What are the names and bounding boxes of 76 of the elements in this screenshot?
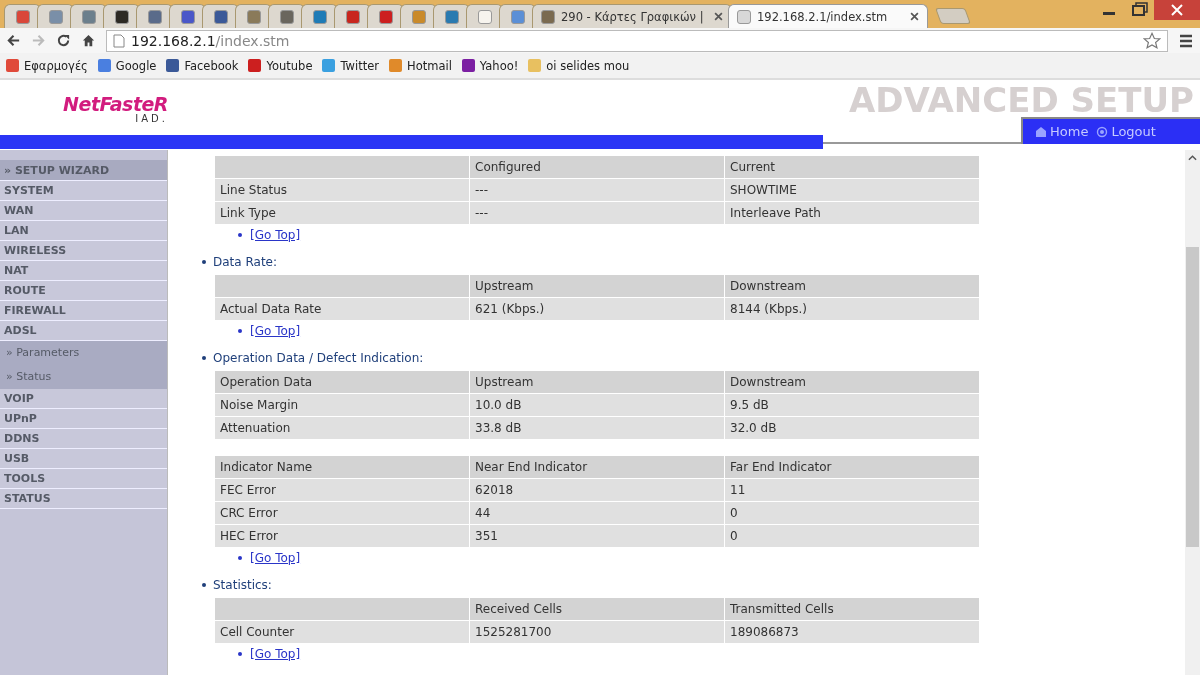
header-link[interactable]: Home bbox=[1035, 124, 1089, 139]
table-cell: Near End Indicator bbox=[469, 455, 725, 479]
table-cell: Transmitted Cells bbox=[724, 597, 980, 621]
reload-icon[interactable] bbox=[56, 33, 71, 48]
address-field[interactable]: 192.168.2.1/index.stm bbox=[106, 29, 1168, 52]
table-cell: 44 bbox=[469, 501, 725, 525]
go-top-link[interactable]: [Go Top] bbox=[250, 550, 301, 565]
table-cell: Link Type bbox=[214, 201, 470, 225]
bookmark[interactable]: Google bbox=[97, 58, 157, 73]
go-top-link[interactable]: [Go Top] bbox=[250, 323, 301, 338]
section-title: Data Rate: bbox=[213, 255, 278, 269]
table-cell: 62018 bbox=[469, 478, 725, 502]
table-cell: FEC Error bbox=[214, 478, 470, 502]
bookmark[interactable]: oi selides mou bbox=[528, 58, 630, 73]
section-title: Statistics: bbox=[213, 578, 272, 592]
table-cell: --- bbox=[469, 178, 725, 202]
bookmark[interactable]: Youtube bbox=[248, 58, 313, 73]
sidebar-item[interactable]: » SETUP WIZARD bbox=[0, 160, 167, 181]
logo: NetFasteR IAD. bbox=[62, 94, 168, 124]
go-top-link[interactable]: [Go Top] bbox=[250, 646, 301, 661]
table-cell: SHOWTIME bbox=[724, 178, 980, 202]
table-cell: Noise Margin bbox=[214, 393, 470, 417]
close-icon[interactable] bbox=[714, 12, 723, 21]
scrollbar[interactable] bbox=[1185, 150, 1200, 675]
sidebar-item[interactable]: » Parameters bbox=[0, 341, 167, 365]
table-cell: Received Cells bbox=[469, 597, 725, 621]
bookmark[interactable]: Twitter bbox=[322, 58, 379, 73]
table-cell: 621 (Kbps.) bbox=[469, 297, 725, 321]
table-cell: 351 bbox=[469, 524, 725, 548]
bookmark[interactable]: Facebook bbox=[166, 58, 239, 73]
table-cell: Operation Data bbox=[214, 370, 470, 394]
table-cell: Actual Data Rate bbox=[214, 297, 470, 321]
table-cell: 189086873 bbox=[724, 620, 980, 644]
table-cell: CRC Error bbox=[214, 501, 470, 525]
table-cell: 0 bbox=[724, 501, 980, 525]
table-cell: Downstream bbox=[724, 370, 980, 394]
table-cell: 33.8 dB bbox=[469, 416, 725, 440]
bookmark[interactable]: Εφαρμογές bbox=[6, 58, 88, 73]
menu-icon[interactable] bbox=[1178, 32, 1194, 49]
home-icon[interactable] bbox=[81, 33, 96, 48]
table-cell: 11 bbox=[724, 478, 980, 502]
section-title: Operation Data / Defect Indication: bbox=[213, 351, 424, 365]
table-cell: Cell Counter bbox=[214, 620, 470, 644]
table-cell: 32.0 dB bbox=[724, 416, 980, 440]
table-cell: Line Status bbox=[214, 178, 470, 202]
browser-tab[interactable]: 192.168.2.1/index.stm bbox=[728, 4, 928, 28]
table-cell: Indicator Name bbox=[214, 455, 470, 479]
power-icon bbox=[1096, 125, 1109, 138]
close-icon[interactable] bbox=[910, 12, 919, 21]
table-cell: Far End Indicator bbox=[724, 455, 980, 479]
table-cell: Upstream bbox=[469, 370, 725, 394]
close-icon[interactable] bbox=[1154, 0, 1200, 20]
scroll-up-icon[interactable] bbox=[1188, 155, 1197, 161]
table-cell: Attenuation bbox=[214, 416, 470, 440]
table-cell: --- bbox=[469, 201, 725, 225]
bookmark[interactable]: Hotmail bbox=[389, 58, 452, 73]
table-cell: 8144 (Kbps.) bbox=[724, 297, 980, 321]
table-cell: 0 bbox=[724, 524, 980, 548]
browser-tab[interactable]: 290 - Κάρτες Γραφικών | bbox=[532, 4, 732, 28]
table-cell: Configured bbox=[469, 155, 725, 179]
bookmark[interactable]: Yahoo! bbox=[461, 58, 519, 73]
sidebar-item[interactable]: » Status bbox=[0, 365, 167, 389]
table-cell: Current bbox=[724, 155, 980, 179]
page-icon bbox=[113, 33, 125, 48]
table-cell: HEC Error bbox=[214, 524, 470, 548]
table-cell: 1525281700 bbox=[469, 620, 725, 644]
go-top-link[interactable]: [Go Top] bbox=[250, 227, 301, 242]
star-icon[interactable] bbox=[1143, 31, 1161, 50]
back-icon[interactable] bbox=[6, 33, 21, 48]
table-cell: 10.0 dB bbox=[469, 393, 725, 417]
table-cell: Interleave Path bbox=[724, 201, 980, 225]
house-icon bbox=[1035, 125, 1047, 138]
table-cell: Upstream bbox=[469, 274, 725, 298]
table-cell: Downstream bbox=[724, 274, 980, 298]
header-link[interactable]: Logout bbox=[1096, 124, 1156, 139]
table-cell: 9.5 dB bbox=[724, 393, 980, 417]
